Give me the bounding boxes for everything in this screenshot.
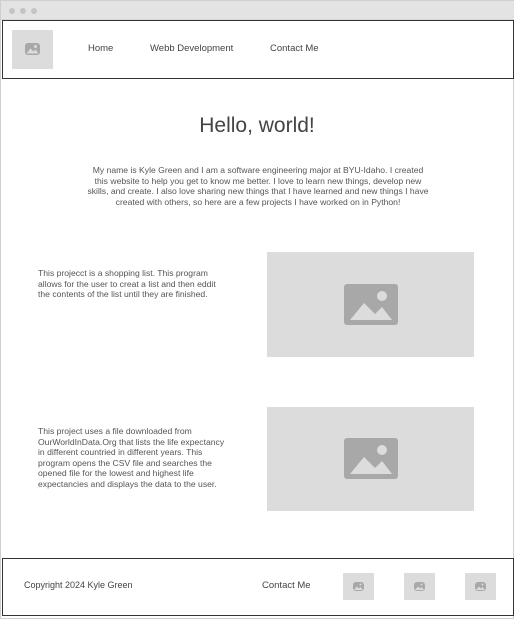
nav-webb-development[interactable]: Webb Development bbox=[150, 43, 233, 54]
image-placeholder-icon bbox=[25, 43, 40, 55]
page-title: Hello, world! bbox=[199, 114, 315, 137]
project-image-shopping-list[interactable] bbox=[267, 252, 474, 357]
window-control-dot[interactable] bbox=[31, 8, 37, 14]
intro-paragraph: My name is Kyle Green and I am a softwar… bbox=[87, 165, 429, 207]
image-placeholder-icon bbox=[344, 284, 398, 325]
window-control-dot[interactable] bbox=[20, 8, 26, 14]
project-image-life-expectancy[interactable] bbox=[267, 407, 474, 511]
image-placeholder-icon bbox=[414, 582, 425, 591]
social-link-2[interactable] bbox=[404, 573, 435, 600]
copyright-text: Copyright 2024 Kyle Green bbox=[24, 580, 133, 590]
project-description-shopping-list: This projecct is a shopping list. This p… bbox=[38, 268, 216, 300]
logo-image[interactable] bbox=[12, 30, 53, 69]
image-placeholder-icon bbox=[344, 438, 398, 479]
browser-window: Home Webb Development Contact Me Hello, … bbox=[0, 0, 514, 619]
social-link-1[interactable] bbox=[343, 573, 374, 600]
nav-contact-me[interactable]: Contact Me bbox=[270, 43, 319, 54]
project-description-life-expectancy: This project uses a file downloaded from… bbox=[38, 426, 225, 489]
window-control-dot[interactable] bbox=[9, 8, 15, 14]
image-placeholder-icon bbox=[353, 582, 364, 591]
window-titlebar bbox=[1, 1, 514, 20]
footer-contact-link[interactable]: Contact Me bbox=[262, 580, 311, 591]
site-footer: Copyright 2024 Kyle Green Contact Me bbox=[2, 558, 514, 616]
image-placeholder-icon bbox=[475, 582, 486, 591]
site-header: Home Webb Development Contact Me bbox=[2, 20, 514, 79]
nav-home[interactable]: Home bbox=[88, 43, 113, 54]
social-link-3[interactable] bbox=[465, 573, 496, 600]
